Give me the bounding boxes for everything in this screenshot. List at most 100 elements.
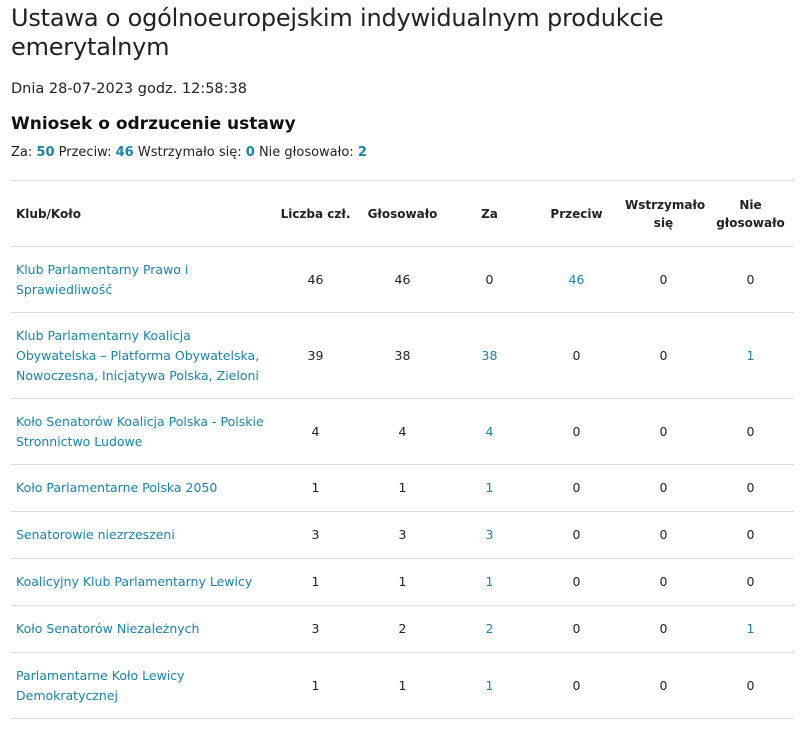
nie-glosowalo-cell: 0 — [707, 511, 794, 559]
przeciw-value: 0 — [572, 480, 581, 495]
table-row: Koalicyjny Klub Parlamentarny Lewicy 1 1 1 0… — [11, 558, 794, 606]
club-cell: Koło Parlamentarne Polska 2050 — [11, 464, 272, 512]
wstrzymalo-value: 0 — [659, 677, 668, 693]
voted-value: 46 — [394, 271, 411, 287]
nie-glosowalo-cell: 0 — [707, 652, 794, 719]
przeciw-label: Przeciw: — [58, 145, 112, 160]
wstrzymalo-value: 0 — [659, 574, 668, 589]
club-cell: Koalicyjny Klub Parlamentarny Lewicy — [11, 558, 272, 606]
club-link[interactable]: Senatorowie niezrzeszeni — [16, 527, 175, 542]
przeciw-value: 0 — [572, 347, 581, 363]
club-link[interactable]: Koalicyjny Klub Parlamentarny Lewicy — [16, 574, 252, 589]
wstrzymalo-value: 0 — [659, 621, 668, 636]
przeciw-value: 0 — [572, 423, 581, 439]
members-cell: 1 — [272, 558, 359, 606]
header-nie-glosowalo: Nie głosowało — [707, 180, 794, 247]
voted-value: 38 — [394, 347, 411, 363]
members-value: 1 — [311, 574, 320, 589]
table-header-row: Klub/Koło Liczba czł. Głosowało Za Przec… — [11, 180, 794, 247]
przeciw-cell: 0 — [533, 511, 620, 559]
za-link[interactable]: 4 — [486, 424, 494, 439]
wstrzymalo-cell: 0 — [620, 246, 707, 313]
vote-date: Dnia 28-07-2023 godz. 12:58:38 — [11, 81, 247, 97]
nie-glosowalo-link[interactable]: 1 — [747, 348, 755, 363]
club-link[interactable]: Parlamentarne Koło Lewicy Demokratycznej — [16, 668, 185, 703]
wstrzymalo-value: 0 — [659, 423, 668, 439]
voted-value: 3 — [398, 527, 407, 542]
wstrzymalo-value: 0 — [659, 527, 668, 542]
header-wstrzymalo: Wstrzymało się — [620, 180, 707, 247]
wstrzymalo-cell: 0 — [620, 312, 707, 399]
za-link[interactable]: 2 — [486, 621, 494, 636]
przeciw-link[interactable]: 46 — [569, 272, 585, 287]
members-value: 3 — [311, 621, 320, 636]
przeciw-cell: 0 — [533, 652, 620, 719]
nie-glosowalo-value: 0 — [746, 423, 755, 439]
voted-value: 4 — [398, 423, 407, 439]
table-row: Senatorowie niezrzeszeni 3 3 3 0 0 0 — [11, 511, 794, 559]
wstrzymalo-cell: 0 — [620, 464, 707, 512]
voted-cell: 3 — [359, 511, 446, 559]
wstrzymalo-cell: 0 — [620, 652, 707, 719]
nie-glosowalo-cell: 0 — [707, 464, 794, 512]
voted-value: 1 — [398, 677, 407, 693]
voted-cell: 46 — [359, 246, 446, 313]
club-link[interactable]: Koło Parlamentarne Polska 2050 — [16, 480, 217, 495]
nie-glosowalo-value: 0 — [746, 574, 755, 589]
za-value: 0 — [485, 271, 494, 287]
przeciw-value: 0 — [572, 527, 581, 542]
table-row: Klub Parlamentarny Prawo i Sprawiedliwoś… — [11, 246, 794, 313]
wstrzymalo-value: 0 — [659, 271, 668, 287]
przeciw-value: 0 — [572, 677, 581, 693]
voted-cell: 1 — [359, 558, 446, 606]
wstrzymalo-cell: 0 — [620, 511, 707, 559]
voted-value: 1 — [398, 480, 407, 495]
club-cell: Koło Senatorów Koalicja Polska - Polskie… — [11, 398, 272, 465]
club-link[interactable]: Koło Senatorów Koalicja Polska - Polskie… — [16, 414, 264, 449]
przeciw-count-link[interactable]: 46 — [116, 145, 134, 160]
club-link[interactable]: Klub Parlamentarny Prawo i Sprawiedliwoś… — [16, 262, 188, 297]
page: Ustawa o ogólnoeuropejskim indywidualnym… — [0, 0, 806, 719]
members-cell: 4 — [272, 398, 359, 465]
page-title: Ustawa o ogólnoeuropejskim indywidualnym… — [11, 4, 664, 61]
nie-glosowalo-value: 0 — [746, 271, 755, 287]
za-link[interactable]: 3 — [486, 527, 494, 542]
voted-value: 2 — [398, 621, 407, 636]
table-row: Koło Parlamentarne Polska 2050 1 1 1 0 0 0 — [11, 464, 794, 512]
przeciw-value: 0 — [572, 621, 581, 636]
club-link[interactable]: Koło Senatorów Niezależnych — [16, 621, 199, 636]
za-cell: 1 — [446, 464, 533, 512]
vote-summary: Za: 50 Przeciw: 46 Wstrzymało się: 0 Nie… — [11, 144, 794, 162]
wstrzymalo-cell: 0 — [620, 605, 707, 653]
za-link[interactable]: 1 — [486, 480, 494, 495]
za-cell: 1 — [446, 558, 533, 606]
members-value: 3 — [311, 527, 320, 542]
voted-value: 1 — [398, 574, 407, 589]
nie-glosowalo-cell: 1 — [707, 312, 794, 399]
wstrzymalo-value: 0 — [659, 480, 668, 495]
club-cell: Senatorowie niezrzeszeni — [11, 511, 272, 559]
header-club: Klub/Koło — [11, 180, 272, 247]
za-cell: 38 — [446, 312, 533, 399]
za-link[interactable]: 38 — [482, 348, 498, 363]
za-cell: 1 — [446, 652, 533, 719]
table-row: Klub Parlamentarny Koalicja Obywatelska … — [11, 312, 794, 399]
header-przeciw: Przeciw — [533, 180, 620, 247]
za-cell: 0 — [446, 246, 533, 313]
voted-cell: 1 — [359, 464, 446, 512]
nie-glosowalo-value: 0 — [746, 480, 755, 495]
club-link[interactable]: Klub Parlamentarny Koalicja Obywatelska … — [16, 328, 259, 383]
za-count-link[interactable]: 50 — [36, 145, 54, 160]
nie-glosowalo-link[interactable]: 1 — [747, 621, 755, 636]
members-cell: 3 — [272, 511, 359, 559]
wstrzymalo-cell: 0 — [620, 398, 707, 465]
voted-cell: 38 — [359, 312, 446, 399]
za-link[interactable]: 1 — [486, 574, 494, 589]
za-link[interactable]: 1 — [486, 678, 494, 693]
header-voted: Głosowało — [359, 180, 446, 247]
nie-glosowalo-count-link[interactable]: 2 — [358, 145, 367, 160]
members-value: 1 — [311, 480, 320, 495]
members-cell: 39 — [272, 312, 359, 399]
wstrzymalo-value: 0 — [659, 347, 668, 363]
vote-title: Wniosek o odrzucenie ustawy — [11, 114, 296, 134]
